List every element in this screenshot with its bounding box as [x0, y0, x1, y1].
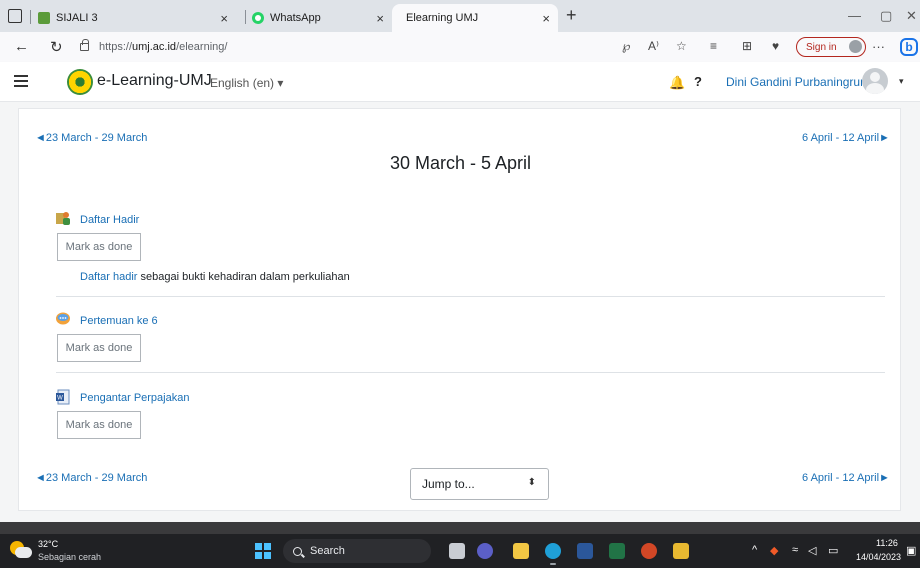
favorite-add-icon[interactable]: ☆ — [676, 39, 687, 53]
read-mode-icon[interactable]: ℘ — [622, 39, 630, 53]
teams-chat-icon[interactable] — [477, 543, 493, 559]
clock-date[interactable]: 14/04/2023 — [856, 552, 901, 562]
volume-icon[interactable]: ◁ — [808, 544, 816, 557]
mark-as-done-button[interactable]: Mark as done — [57, 233, 141, 261]
profile-avatar-icon — [849, 40, 862, 53]
sign-in-label: Sign in — [806, 41, 837, 53]
tab-elearning[interactable]: Elearning UMJ × — [392, 4, 558, 32]
user-menu-caret-icon[interactable]: ▾ — [899, 76, 904, 87]
lock-icon — [80, 39, 89, 51]
next-week-link[interactable]: 6 April - 12 April► — [802, 132, 890, 144]
umj-logo[interactable] — [67, 69, 93, 95]
course-week-card: ◄23 March - 29 March 6 April - 12 April►… — [18, 108, 901, 511]
more-options-icon[interactable]: ··· — [872, 39, 885, 54]
sijali-favicon-icon — [38, 12, 50, 24]
back-icon[interactable]: ← — [14, 38, 29, 55]
url-scheme: https:// — [99, 41, 133, 53]
tab-title: SIJALI 3 — [56, 12, 98, 24]
language-menu[interactable]: English (en) ▾ — [210, 76, 283, 90]
next-week-link-bottom[interactable]: 6 April - 12 April► — [802, 472, 890, 484]
edge-icon[interactable] — [545, 543, 561, 565]
tab-title: Elearning UMJ — [406, 12, 479, 24]
search-icon — [293, 546, 302, 556]
collections-icon[interactable]: ⊞ — [742, 39, 752, 53]
address-bar-row: ← ↻ https://umj.ac.id/elearning/ ℘ A⁾ ☆ … — [0, 32, 920, 62]
divider — [56, 296, 885, 297]
window-bottom-strip — [0, 522, 920, 534]
svg-text:W: W — [57, 396, 63, 402]
word-icon[interactable] — [577, 543, 593, 559]
browser-essentials-icon[interactable]: ♥ — [772, 39, 779, 53]
menu-icon[interactable] — [14, 74, 28, 88]
divider — [56, 372, 885, 373]
refresh-icon[interactable]: ↻ — [50, 38, 63, 56]
sign-in-button[interactable]: Sign in — [796, 37, 866, 57]
chat-icon — [56, 312, 70, 325]
page-area: ◄23 March - 29 March 6 April - 12 April►… — [0, 102, 920, 522]
notification-icon[interactable]: ▣ — [906, 544, 916, 557]
close-tab-icon[interactable]: × — [376, 11, 384, 26]
tab-whatsapp[interactable]: WhatsApp × — [252, 4, 392, 32]
close-tab-icon[interactable]: × — [542, 11, 550, 26]
clock-time[interactable]: 11:26 — [876, 538, 898, 548]
tab-title: WhatsApp — [270, 12, 321, 24]
weather-temperature[interactable]: 32°C — [38, 539, 58, 549]
browser-tab-bar: SIJALI 3 × WhatsApp × Elearning UMJ × + … — [0, 0, 920, 32]
activity-description: Daftar hadir sebagai bukti kehadiran dal… — [80, 271, 350, 283]
prev-week-link[interactable]: ◄23 March - 29 March — [35, 132, 147, 144]
start-icon[interactable] — [255, 543, 271, 559]
jump-to-label: Jump to... — [422, 477, 475, 491]
microsoft-store-icon[interactable] — [673, 543, 689, 559]
word-document-icon: W — [56, 389, 70, 405]
url-path: /elearning/ — [176, 41, 228, 53]
restore-icon[interactable]: ▢ — [880, 8, 892, 24]
activity-link-pertemuan[interactable]: Pertemuan ke 6 — [80, 315, 158, 327]
url-host: umj.ac.id — [132, 41, 177, 53]
attendance-icon — [56, 212, 70, 225]
prev-week-link-bottom[interactable]: ◄23 March - 29 March — [35, 472, 147, 484]
select-arrows-icon: ⬍ — [527, 477, 536, 488]
mark-as-done-button[interactable]: Mark as done — [57, 411, 141, 439]
url-input[interactable]: https://umj.ac.id/elearning/ — [80, 36, 580, 58]
mark-as-done-button[interactable]: Mark as done — [57, 334, 141, 362]
read-aloud-icon[interactable]: A⁾ — [648, 39, 659, 53]
wifi-icon[interactable]: ≈ — [792, 544, 798, 556]
favorites-icon[interactable]: ≡ — [710, 39, 717, 53]
minimize-icon[interactable]: — — [848, 8, 861, 23]
file-explorer-icon[interactable] — [513, 543, 529, 559]
task-view-icon[interactable] — [449, 543, 465, 559]
week-title: 30 March - 5 April — [389, 153, 532, 173]
user-avatar[interactable] — [862, 68, 888, 94]
tab-separator — [30, 10, 31, 24]
search-label: Search — [310, 545, 345, 557]
activity-link-pengantar-perpajakan[interactable]: Pengantar Perpajakan — [80, 392, 189, 404]
bell-icon[interactable]: 🔔 — [669, 75, 685, 91]
excel-icon[interactable] — [609, 543, 625, 559]
new-tab-button[interactable]: + — [566, 5, 577, 26]
tab-sijali[interactable]: SIJALI 3 × — [38, 4, 236, 32]
bing-copilot-icon[interactable]: b — [900, 38, 918, 56]
weather-icon[interactable] — [10, 541, 32, 561]
battery-icon[interactable]: ▭ — [828, 544, 838, 557]
jump-to-select[interactable]: Jump to... ⬍ — [410, 468, 549, 500]
close-window-icon[interactable]: ✕ — [906, 8, 917, 24]
tab-actions-icon[interactable] — [8, 9, 22, 23]
site-name[interactable]: e-Learning-UMJ — [97, 72, 212, 90]
description-link[interactable]: Daftar hadir — [80, 271, 137, 283]
windows-taskbar: 32°C Sebagian cerah Search ^ ◆ ≈ ◁ ▭ 11:… — [0, 534, 920, 568]
tray-chevron-icon[interactable]: ^ — [752, 544, 757, 556]
weather-description[interactable]: Sebagian cerah — [38, 552, 101, 562]
help-icon[interactable]: ? — [694, 74, 702, 89]
activity-link-daftar-hadir[interactable]: Daftar Hadir — [80, 214, 139, 226]
site-navbar: e-Learning-UMJ English (en) ▾ 🔔 ? Dini G… — [0, 62, 920, 102]
description-text: sebagai bukti kehadiran dalam perkuliaha… — [137, 271, 350, 283]
taskbar-search-input[interactable]: Search — [283, 539, 431, 563]
powerpoint-icon[interactable] — [641, 543, 657, 559]
user-name-link[interactable]: Dini Gandini Purbaningrum — [726, 75, 870, 89]
tab-separator — [245, 10, 246, 24]
tray-app-icon[interactable]: ◆ — [770, 544, 778, 557]
whatsapp-favicon-icon — [252, 12, 264, 24]
close-tab-icon[interactable]: × — [220, 11, 228, 26]
